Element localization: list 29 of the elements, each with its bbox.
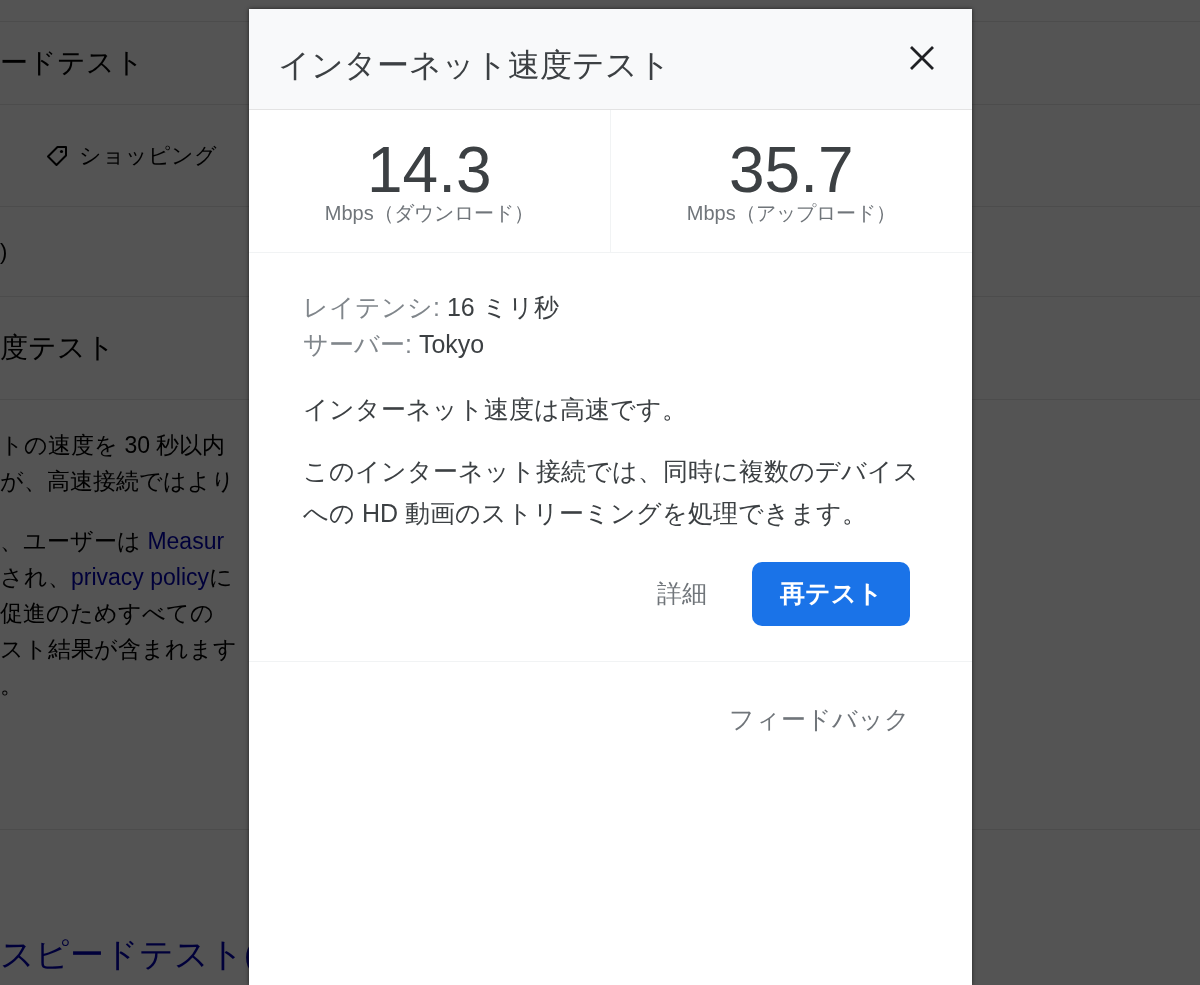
- speed-value: 14.3: [366, 138, 492, 202]
- detail-label: サーバー:: [303, 329, 412, 360]
- summary-text: インターネット速度は高速です。: [303, 394, 688, 425]
- detail-label: レイテンシ:: [303, 292, 440, 323]
- page-heading: ードテスト: [0, 46, 144, 80]
- paragraph-text: され、privacy policyに: [0, 563, 234, 592]
- section-title: 度テスト: [0, 331, 115, 365]
- detail-value: 16 ミリ秒: [446, 292, 559, 323]
- speed-unit-label: Mbps（アップロード）: [686, 202, 896, 224]
- description-text: このインターネット接続では、同時に複数のデバイスへの HD 動画のストリーミングを処理できます。: [303, 456, 920, 529]
- link[interactable]: Measur: [147, 528, 225, 554]
- paragraph-text: トの速度を 30 秒以内: [0, 431, 226, 460]
- speed-unit-label: Mbps（ダウンロード）: [324, 202, 534, 224]
- link[interactable]: privacy policy: [71, 564, 210, 590]
- retest-button[interactable]: 再テスト: [752, 562, 910, 626]
- paragraph-text: 、ユーザーは Measur: [0, 527, 225, 556]
- paragraph-text: スト結果が含まれます: [0, 635, 237, 664]
- note-text: ): [0, 237, 8, 266]
- dialog-title: インターネット速度テスト: [278, 46, 671, 85]
- category-tab[interactable]: ショッピング: [45, 140, 217, 171]
- detail-value: Tokyo: [418, 329, 485, 360]
- tag-icon: [45, 143, 69, 168]
- speed-value: 35.7: [728, 138, 854, 202]
- paragraph-text: が、高速接続ではより: [0, 467, 235, 496]
- feedback-link[interactable]: フィードバック: [729, 701, 910, 738]
- details-button[interactable]: 詳細: [649, 562, 715, 626]
- close-icon: [909, 45, 935, 71]
- paragraph-text: 。: [0, 671, 23, 700]
- paragraph-text: 促進のためすべての: [0, 599, 214, 628]
